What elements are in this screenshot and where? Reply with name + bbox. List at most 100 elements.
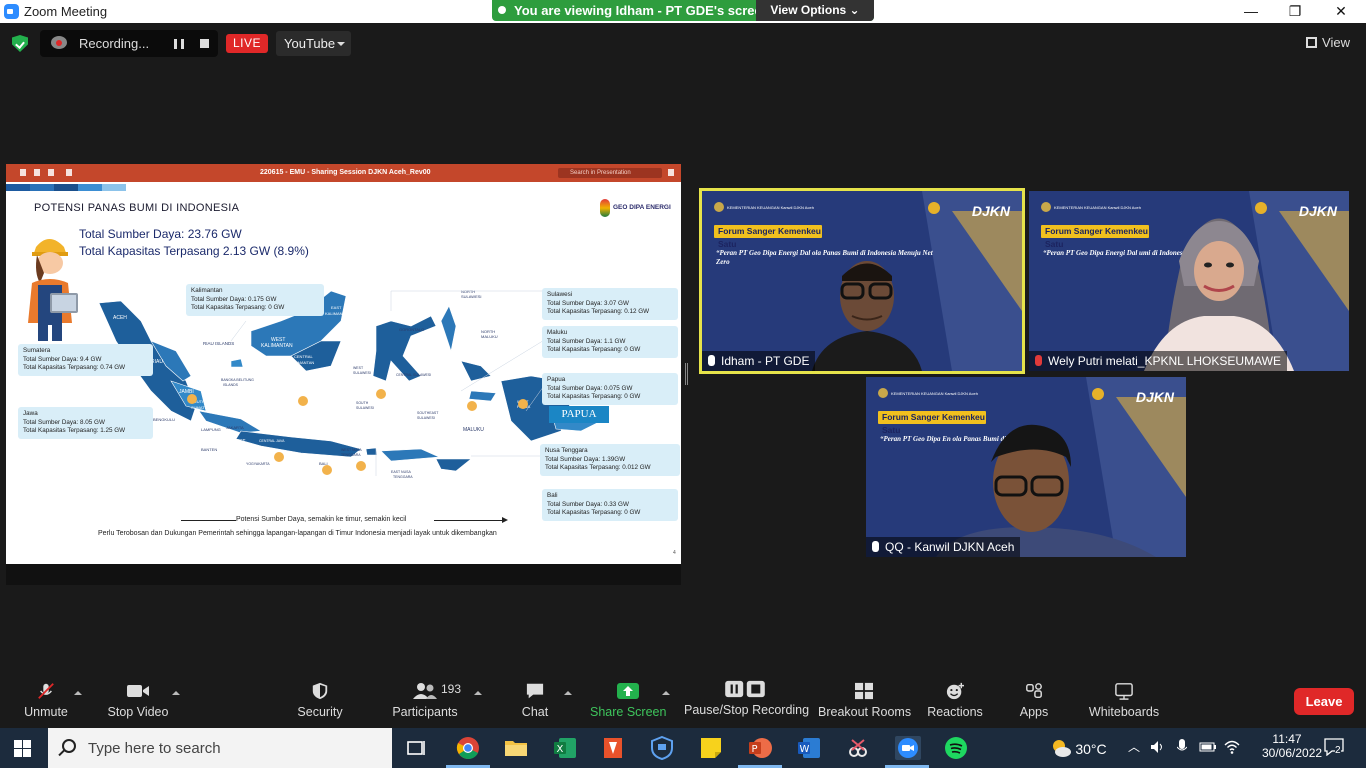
callout-bali-resource: Total Sumber Daya: 0.33 GW	[547, 500, 629, 508]
grid-view-icon	[1306, 37, 1318, 48]
whiteboards-button[interactable]: Whiteboards	[1086, 682, 1162, 719]
minimize-button[interactable]: —	[1228, 0, 1274, 23]
reactions-button[interactable]: Reactions	[926, 682, 984, 719]
svg-text:SULAWESI: SULAWESI	[353, 371, 371, 375]
chat-button[interactable]: Chat	[515, 682, 555, 719]
svg-text:LAMPUNG: LAMPUNG	[201, 427, 221, 432]
sticky-notes-icon[interactable]	[699, 736, 723, 760]
snipping-tool-icon[interactable]	[846, 736, 870, 760]
participants-count: 193	[441, 682, 462, 696]
spotify-icon[interactable]	[944, 736, 968, 760]
kemenkeu-logo-icon	[878, 388, 888, 398]
svg-text:SUMATRA: SUMATRA	[191, 405, 211, 410]
apps-label: Apps	[1019, 705, 1049, 719]
unmute-button[interactable]: Unmute	[20, 682, 72, 719]
taskbar-search[interactable]: Type here to search	[48, 728, 392, 768]
participant-name-bar: Idham - PT GDE	[702, 351, 816, 371]
weather-widget[interactable]: 30°C	[1050, 738, 1107, 758]
encryption-shield-icon[interactable]	[12, 35, 28, 52]
stop-recording-icon[interactable]	[200, 39, 209, 48]
pause-recording-icon[interactable]	[174, 39, 184, 49]
callout-bali-title: Bali	[547, 492, 558, 499]
kemenkeu-logo-icon	[1041, 202, 1051, 212]
svg-text:KALIMANTAN: KALIMANTAN	[289, 360, 314, 365]
share-chevron-icon[interactable]	[662, 687, 670, 695]
video-tile-idham[interactable]: KEMENTERIAN KEUANGAN Kanwil DJKN Aceh DJ…	[699, 188, 1025, 374]
shared-screen[interactable]: 220615 - EMU - Sharing Session DJKN Aceh…	[6, 164, 681, 585]
total-resource: Total Sumber Daya: 23.76 GW	[79, 227, 242, 241]
video-options-chevron-icon[interactable]	[172, 687, 180, 695]
svg-text:MALUKU: MALUKU	[481, 334, 498, 339]
svg-text:SULAWESI: SULAWESI	[417, 416, 435, 420]
share-screen-icon	[617, 683, 639, 699]
share-screen-button[interactable]: Share Screen	[590, 682, 666, 719]
zoom-taskbar-icon[interactable]	[885, 736, 929, 768]
callout-sumatera-installed: Total Kapasitas Terpasang: 0.74 GW	[23, 364, 126, 371]
callout-maluku-title: Maluku	[547, 329, 568, 336]
slide: POTENSI PANAS BUMI DI INDONESIA GEO DIPA…	[6, 191, 681, 564]
pause-stop-recording-label: Pause/Stop Recording	[684, 703, 810, 717]
security-shield-icon	[312, 682, 328, 700]
svg-text:CENTRAL SULAWESI: CENTRAL SULAWESI	[396, 373, 431, 377]
wifi-icon[interactable]	[1224, 740, 1240, 757]
callout-nusa-tenggara-resource: Total Sumber Daya: 1.39GW	[545, 455, 626, 463]
redo-icon[interactable]	[66, 169, 72, 176]
home-icon[interactable]	[20, 169, 26, 176]
callout-bali-installed: Total Kapasitas Terpasang: 0 GW	[547, 509, 641, 516]
audio-options-chevron-icon[interactable]	[74, 687, 82, 695]
participant-name-bar: Wely Putri melati_KPKNL LHOKSEUMAWE	[1029, 351, 1287, 371]
stream-target-dropdown[interactable]: YouTube	[276, 31, 351, 56]
stop-video-button[interactable]: Stop Video	[104, 682, 172, 719]
leave-button[interactable]: Leave	[1294, 688, 1354, 715]
chat-label: Chat	[521, 705, 549, 719]
weather-partly-cloudy-icon	[1053, 740, 1071, 757]
powerpoint-icon[interactable]: P	[738, 736, 782, 768]
djkn-brand: DJKN	[1135, 389, 1174, 405]
participants-chevron-icon[interactable]	[474, 687, 482, 695]
callout-sumatera-title: Sumatera	[23, 347, 51, 354]
security-label: Security	[297, 705, 343, 719]
pause-stop-recording-button[interactable]: Pause/Stop Recording	[684, 680, 810, 717]
djkn-brand: DJKN	[1298, 203, 1337, 219]
presentation-search[interactable]: Search in Presentation	[558, 168, 662, 178]
file-explorer-icon[interactable]	[504, 736, 528, 760]
foxit-reader-icon[interactable]	[601, 736, 625, 760]
svg-text:TENGGARA: TENGGARA	[341, 453, 361, 457]
video-tile-qq[interactable]: KEMENTERIAN KEUANGAN Kanwil DJKN Aceh DJ…	[866, 377, 1186, 557]
clock[interactable]: 11:47 30/06/2022	[1262, 732, 1322, 760]
save-icon[interactable]	[34, 169, 40, 176]
breakout-rooms-button[interactable]: Breakout Rooms	[818, 682, 911, 719]
view-options-button[interactable]: View Options ⌄	[756, 0, 874, 21]
view-button[interactable]: View	[1306, 35, 1350, 50]
chat-chevron-icon[interactable]	[564, 687, 572, 695]
hidden-icons-chevron-icon[interactable]: ︿	[1128, 738, 1140, 755]
callout-kalimantan-installed: Total Kapasitas Terpasang: 0 GW	[191, 304, 285, 311]
video-tile-wely[interactable]: KEMENTERIAN KEUANGAN Kanwil DJKN Aceh DJ…	[1029, 191, 1349, 371]
participant-name: QQ - Kanwil DJKN Aceh	[885, 540, 1015, 554]
live-badge[interactable]: LIVE	[226, 34, 268, 53]
panel-splitter[interactable]	[685, 363, 688, 385]
battery-icon[interactable]	[1199, 740, 1217, 757]
microphone-icon	[872, 541, 879, 552]
restore-button[interactable]: ❐	[1272, 0, 1318, 23]
speaker-icon[interactable]	[1150, 740, 1166, 757]
task-view-icon[interactable]	[404, 736, 428, 760]
callout-nusa-tenggara-title: Nusa Tenggara	[545, 447, 588, 454]
security-center-icon[interactable]	[650, 735, 674, 761]
share-icon[interactable]	[668, 169, 674, 176]
close-button[interactable]: ✕	[1318, 0, 1364, 23]
word-icon[interactable]: W	[797, 736, 821, 760]
excel-icon[interactable]: X	[553, 736, 577, 760]
notifications-button[interactable]: 2	[1324, 738, 1344, 759]
participants-label: Participants	[392, 705, 458, 719]
svg-text:BENGKULU: BENGKULU	[153, 417, 175, 422]
chrome-icon[interactable]	[446, 736, 490, 768]
undo-icon[interactable]	[48, 169, 54, 176]
windows-start-icon[interactable]	[14, 740, 31, 757]
apps-button[interactable]: Apps	[1014, 682, 1054, 719]
callout-jawa-installed: Total Kapasitas Terpasang: 1.25 GW	[23, 427, 126, 434]
zoom-window: Zoom Meeting — ❐ ✕ You are viewing Idham…	[0, 0, 1366, 768]
windows-taskbar: Type here to search X P W 30°C ︿ 11:47 3…	[0, 728, 1366, 768]
security-button[interactable]: Security	[294, 682, 346, 719]
microphone-tray-icon[interactable]	[1176, 739, 1188, 758]
